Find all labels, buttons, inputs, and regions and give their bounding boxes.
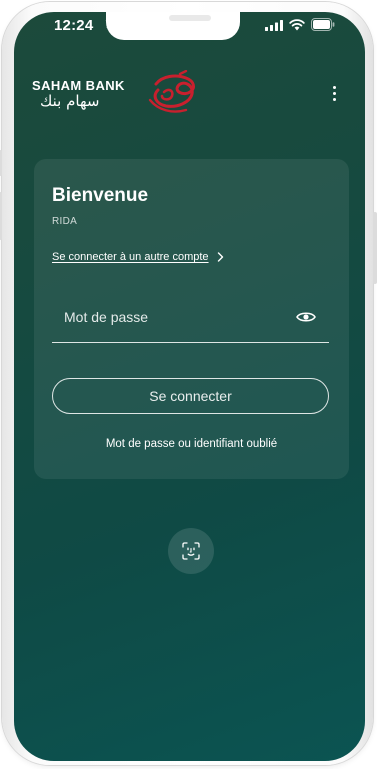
switch-account-link[interactable]: Se connecter à un autre compte <box>52 251 224 263</box>
brand-mark-icon <box>148 70 195 113</box>
signal-icon <box>265 20 283 31</box>
volume-button <box>0 192 2 240</box>
wifi-icon <box>289 19 305 31</box>
login-button[interactable]: Se connecter <box>52 378 329 414</box>
switch-account-label: Se connecter à un autre compte <box>52 251 209 263</box>
more-vertical-icon <box>332 85 336 89</box>
logo-text-arabic: سهام بنك <box>40 92 100 110</box>
battery-icon <box>311 18 335 31</box>
username-label: RIDA <box>52 216 78 227</box>
more-menu-button[interactable] <box>326 82 342 104</box>
welcome-title: Bienvenue <box>52 185 149 206</box>
more-vertical-icon <box>332 91 336 95</box>
more-vertical-icon <box>332 97 336 101</box>
phone-frame: 12:24 SAHAM BANK سهام بنك Bienvenue RIDA… <box>0 2 377 765</box>
chevron-right-icon <box>217 252 223 262</box>
status-time: 12:24 <box>54 17 94 34</box>
saham-bank-logo: SAHAM BANK سهام بنك <box>32 70 207 120</box>
eye-icon[interactable] <box>296 310 316 324</box>
status-bar: 12:24 <box>14 12 365 40</box>
logo-text-latin: SAHAM BANK <box>32 78 125 93</box>
face-id-button[interactable] <box>168 528 214 574</box>
password-input[interactable] <box>64 306 284 328</box>
login-card: Bienvenue RIDA Se connecter à un autre c… <box>34 159 349 479</box>
speaker-grille <box>169 15 211 21</box>
volume-button <box>0 150 2 176</box>
face-id-icon <box>182 542 200 560</box>
forgot-credentials-link[interactable]: Mot de passe ou identifiant oublié <box>34 438 349 450</box>
password-field <box>52 294 329 343</box>
app-screen: 12:24 SAHAM BANK سهام بنك Bienvenue RIDA… <box>14 12 365 761</box>
power-button <box>373 212 377 284</box>
